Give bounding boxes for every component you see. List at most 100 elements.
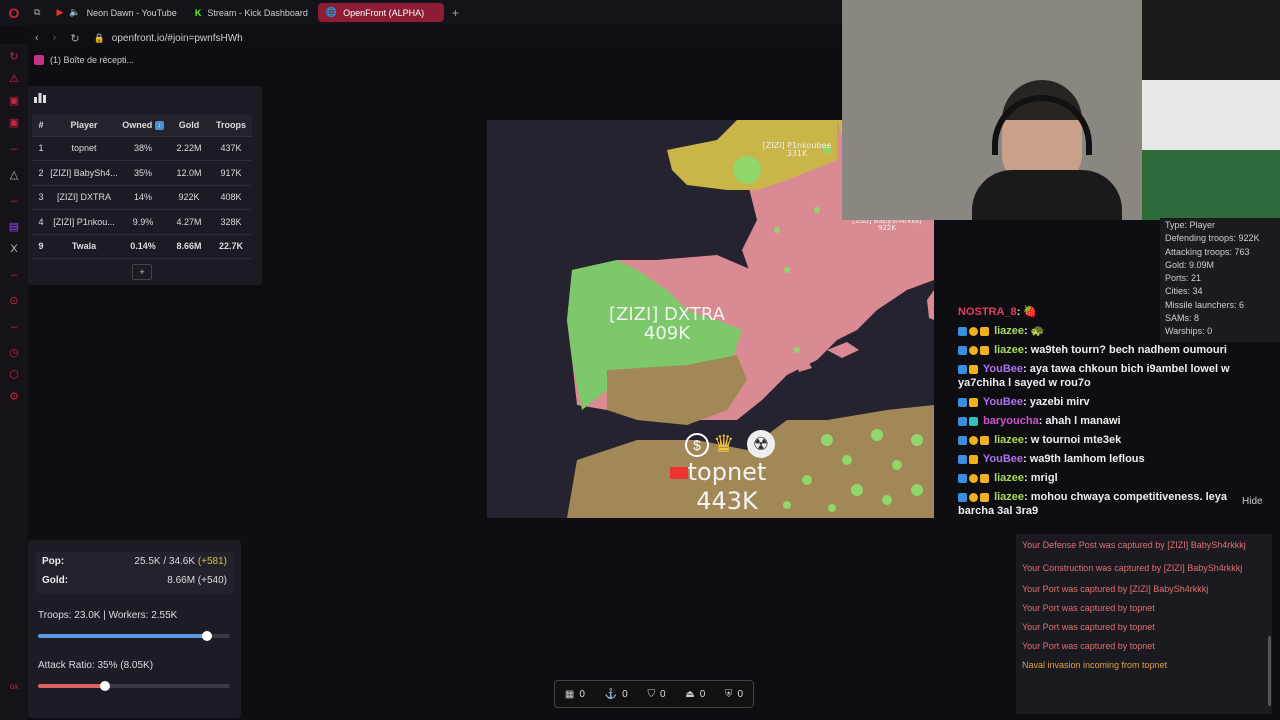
badge-icon [958, 345, 967, 355]
sort-icon[interactable]: ↓ [154, 120, 164, 130]
attack-ratio-slider[interactable] [38, 681, 230, 691]
badge-icon [969, 473, 978, 483]
column-header-owned[interactable]: Owned ↓ [118, 114, 168, 137]
column-header-owned-label: Owned [122, 119, 153, 130]
tab-youtube[interactable]: ▶ 🔈 Neon Dawn - YouTube [48, 3, 184, 22]
x-icon[interactable]: X [7, 242, 21, 256]
badge-icon [980, 492, 989, 502]
bookmark-item[interactable]: (1) Boîte de récepti... [50, 55, 134, 65]
table-row-self[interactable]: 9 Twala 0.14% 8.66M 22.7K [32, 234, 252, 259]
map-label-p1nkoubee: [ZIZI] P1nkoubee 331K [757, 141, 837, 159]
map-label-topnet-troops: 443K [696, 487, 758, 516]
troops-workers-label: Troops: 23.0K | Workers: 2.55K [38, 610, 178, 621]
rank-cell: 1 [32, 136, 50, 161]
table-row[interactable]: 2 [ZIZI] BabySh4... 35% 12.0M 917K [32, 160, 252, 186]
chat-text: : wa9teh tourn? bech nadhem oumouri [1024, 344, 1227, 356]
column-header-gold[interactable]: Gold [168, 114, 210, 137]
twitch-icon[interactable]: ▤ [7, 220, 21, 234]
extensions-icon[interactable]: ⬡ [7, 368, 21, 382]
pop-delta: (+581) [197, 556, 227, 567]
divider-icon: – [10, 269, 18, 281]
event-item: Your Port was captured by topnet [1022, 641, 1155, 651]
player-cell: [ZIZI] BabySh4... [50, 160, 118, 186]
table-row[interactable]: 1 topnet 38% 2.22M 437K [32, 136, 252, 161]
rank-cell: 9 [32, 234, 50, 259]
opera-logo-icon[interactable]: O [0, 0, 28, 25]
table-row[interactable]: 4 [ZIZI] P1nkou... 9.9% 4.27M 328K [32, 209, 252, 235]
event-item: Your Port was captured by topnet [1022, 603, 1155, 613]
build-missile[interactable]: ⏏ 0 [685, 689, 705, 700]
chat-message: liazee: w tournoi mte3ek [958, 433, 1258, 447]
tab-kick[interactable]: K Stream - Kick Dashboard [187, 3, 316, 22]
build-port[interactable]: ⚓ 0 [605, 689, 628, 700]
column-header-troops[interactable]: Troops [210, 114, 252, 137]
url-field[interactable]: openfront.io/#join=pwnfsHWh [112, 33, 243, 44]
chat-message: liazee: 🐢 [958, 324, 1258, 338]
chat-message: baryoucha: ahah l manawi [958, 414, 1258, 428]
build-city[interactable]: ▦ 0 [565, 689, 585, 700]
owned-cell: 38% [118, 136, 168, 161]
more-icon[interactable]: ox [7, 680, 21, 694]
chat-username: liazee [994, 434, 1025, 446]
events-scrollbar[interactable] [1268, 636, 1271, 706]
forward-icon[interactable]: › [53, 32, 57, 44]
event-item: Your Construction was captured by [ZIZI]… [1022, 563, 1243, 573]
player-cell: [ZIZI] DXTRA [50, 185, 118, 210]
new-tab-button[interactable]: + [446, 6, 465, 20]
browser-tab-settings-icon[interactable]: ⧉ [28, 3, 46, 22]
table-row[interactable]: 3 [ZIZI] DXTRA 14% 922K 408K [32, 185, 252, 210]
troops-ratio-slider[interactable] [38, 631, 230, 641]
lock-icon: 🔒 [93, 32, 105, 43]
badge-icon [969, 364, 978, 374]
badge-icon [980, 326, 989, 336]
events-panel: Your Defense Post was captured by [ZIZI]… [1016, 534, 1272, 714]
settings-icon[interactable]: ⚙ [7, 390, 21, 404]
chat-message: YouBee: yazebi mirv [958, 395, 1258, 409]
event-item: Your Port was captured by topnet [1022, 622, 1155, 632]
chat-message: NOSTRA_8: 🍓 [958, 305, 1258, 319]
webcam-overlay [842, 0, 1280, 220]
tab-openfront[interactable]: 🌐 OpenFront (ALPHA) [317, 3, 444, 22]
missile-icon: ⏏ [685, 688, 695, 700]
reload-icon[interactable]: ↻ [70, 32, 79, 45]
globe-icon: 🌐 [325, 7, 338, 17]
build-sam[interactable]: ⛨ 0 [725, 689, 743, 700]
owned-cell: 35% [118, 160, 168, 186]
shield-icon: ⛉ [647, 688, 655, 700]
chat-username: YouBee [982, 363, 1023, 375]
music-icon[interactable]: ▣ [7, 116, 21, 130]
badge-icon [958, 416, 967, 426]
badge-icon [958, 473, 967, 483]
expand-leaderboard-button[interactable]: + [132, 264, 152, 280]
badge-icon [958, 397, 967, 407]
column-header-player: Player [50, 114, 118, 137]
badge-icon [969, 345, 978, 355]
event-item: Your Defense Post was captured by [ZIZI]… [1022, 540, 1246, 550]
badge-icon [980, 473, 989, 483]
leaderboard-chart-icon[interactable] [34, 93, 46, 103]
info-attacking: Attacking troops: 763 [1165, 246, 1250, 257]
build-defense[interactable]: ⛉ 0 [647, 689, 665, 700]
pop-label: Pop: [42, 556, 65, 567]
sam-icon: ⛨ [725, 688, 733, 700]
attack-slider-fill [38, 684, 106, 688]
instagram-icon [34, 55, 44, 65]
game-icon[interactable]: ▣ [7, 94, 21, 108]
stream-chat: NOSTRA_8: 🍓 liazee: 🐢 liazee : wa9teh tou… [958, 305, 1258, 523]
aria-ai-icon[interactable]: △ [7, 168, 21, 182]
troops-slider-knob[interactable] [201, 631, 212, 641]
chat-username: liazee [994, 472, 1025, 484]
chat-text: : yazebi mirv [1023, 396, 1090, 408]
crypto-wallet-icon[interactable]: ⚠ [7, 72, 21, 86]
hide-events-button[interactable]: Hide [1242, 496, 1263, 507]
rank-cell: 3 [32, 185, 50, 210]
attack-slider-knob[interactable] [100, 681, 111, 691]
history-icon[interactable]: ◷ [7, 346, 21, 360]
tab-label: Stream - Kick Dashboard [207, 7, 308, 18]
column-header-rank: # [32, 114, 50, 137]
player-icon[interactable]: ⊙ [7, 294, 21, 308]
back-icon[interactable]: ‹ [35, 32, 39, 44]
aria-icon[interactable]: ↻ [7, 50, 21, 64]
player-cell: [ZIZI] P1nkou... [50, 209, 118, 235]
gold-icon: $ [685, 433, 709, 457]
